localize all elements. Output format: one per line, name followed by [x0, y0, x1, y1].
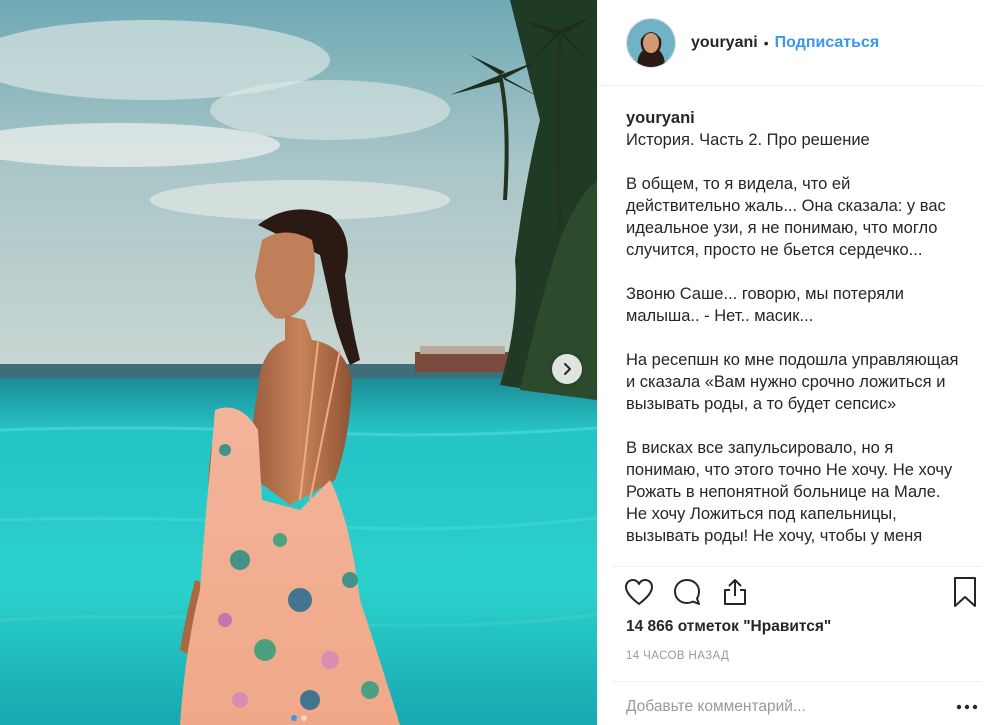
post-side-panel: youryani • Подписаться youryani История.…	[597, 0, 996, 725]
follow-button[interactable]: Подписаться	[775, 34, 880, 52]
header-separator: •	[763, 34, 769, 51]
divider	[612, 566, 982, 567]
caption-paragraph: В общем, то я видела, что ей действитель…	[626, 175, 946, 259]
post-caption: youryani История. Часть 2. Про решение В…	[626, 107, 966, 565]
save-button[interactable]	[948, 575, 982, 609]
comment-button[interactable]	[670, 575, 704, 609]
more-options-button[interactable]	[952, 695, 982, 719]
comment-icon	[674, 579, 700, 605]
carousel-indicator	[0, 715, 597, 721]
bookmark-icon	[954, 577, 976, 607]
comment-input[interactable]	[626, 698, 952, 716]
avatar-image	[627, 18, 675, 67]
post-photo[interactable]	[0, 0, 597, 725]
instagram-post: youryani • Подписаться youryani История.…	[0, 0, 996, 725]
heart-icon	[625, 579, 653, 605]
like-button[interactable]	[622, 575, 656, 609]
caption-paragraph: Звоню Саше... говорю, мы потеряли малыша…	[626, 285, 904, 325]
carousel-dot	[300, 715, 307, 721]
avatar[interactable]	[626, 17, 676, 68]
carousel-dot-active	[290, 715, 297, 721]
share-button[interactable]	[718, 575, 752, 609]
beach-photo	[0, 0, 597, 725]
divider	[612, 681, 982, 682]
share-icon	[724, 579, 746, 605]
post-username[interactable]: youryani	[691, 34, 758, 52]
post-timestamp[interactable]: 14 часов назад	[626, 650, 729, 662]
caption-paragraph: В висках все запульсировало, но я понима…	[626, 439, 953, 545]
caption-username[interactable]: youryani	[626, 107, 966, 129]
action-bar	[622, 575, 982, 609]
more-dots-icon	[956, 704, 978, 710]
caption-paragraph: На ресепшн ко мне подошла управляющая и …	[626, 351, 959, 413]
comment-form	[626, 689, 982, 725]
next-slide-button[interactable]	[552, 354, 582, 384]
likes-count[interactable]: 14 866 отметок "Нравится"	[626, 618, 831, 636]
post-header: youryani • Подписаться	[598, 0, 982, 86]
caption-paragraph: История. Часть 2. Про решение	[626, 131, 870, 149]
chevron-right-icon	[564, 363, 571, 375]
